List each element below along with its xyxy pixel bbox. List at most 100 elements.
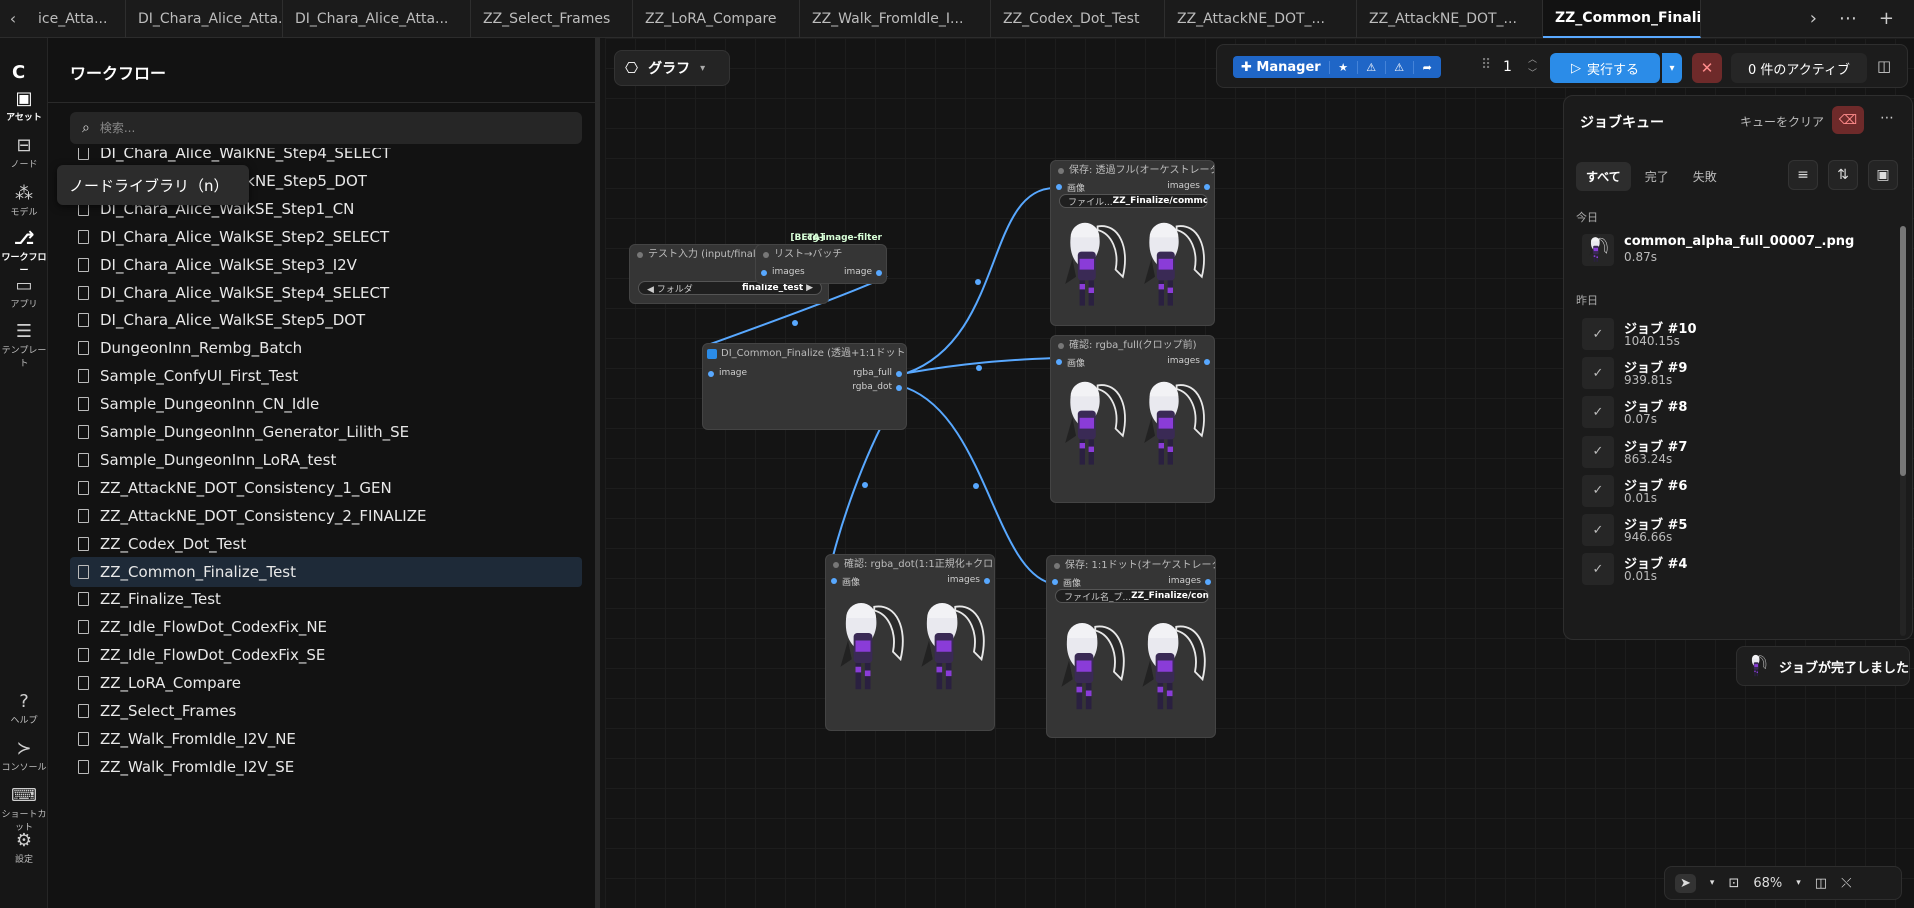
tab-8[interactable]: ZZ_AttackNE_DOT_... (1357, 0, 1543, 38)
hide-links-icon[interactable]: ⤬ (1841, 876, 1851, 891)
star-icon[interactable]: ★ (1328, 60, 1357, 74)
tab-5[interactable]: ZZ_Walk_FromIdle_I... (800, 0, 991, 38)
input-image[interactable]: 画像 (828, 575, 860, 588)
run-button[interactable]: ▷ 実行する (1550, 53, 1660, 83)
queue-filter-tab[interactable]: すべて (1576, 162, 1631, 191)
input-image[interactable]: image (705, 368, 747, 378)
rail-item-templates[interactable]: ☰ テンプレート (0, 321, 48, 369)
node-title[interactable]: 確認: rgba_dot(1:1正規化+クロップ) (826, 555, 994, 575)
output-image[interactable]: image (844, 267, 884, 277)
output-images[interactable]: images (947, 575, 992, 585)
active-jobs-button[interactable]: 0 件のアクティブ (1731, 53, 1867, 83)
queue-filter-tab[interactable]: 完了 (1635, 162, 1679, 191)
workflow-item[interactable]: DungeonInn_Rembg_Batch (70, 333, 582, 363)
rail-item-models[interactable]: ⁂ モデル (0, 183, 48, 218)
nodes-icon[interactable]: ⚠ (1356, 60, 1385, 74)
workflow-item[interactable]: ZZ_Idle_FlowDot_CodexFix_SE (70, 640, 582, 670)
rail-item-settings[interactable]: ⚙ 設定 (0, 830, 48, 865)
rail-item-workflow[interactable]: ⎇ ワークフロー (0, 228, 48, 276)
rail-item-assets[interactable]: ▣ アセット (0, 88, 48, 123)
node-list-to-batch[interactable]: cg-image-filter リスト→バッチ images image (755, 233, 887, 284)
tab-add-icon[interactable]: + (1879, 8, 1894, 29)
workflow-item[interactable]: DI_Chara_Alice_WalkSE_Step5_DOT (70, 305, 582, 335)
rail-item-shortcuts[interactable]: ⌨ ショートカット (0, 785, 48, 833)
tab-more-icon[interactable]: ⋯ (1839, 8, 1857, 29)
node-title[interactable]: 確認: rgba_full(クロップ前) (1051, 336, 1214, 356)
workflow-item[interactable]: DI_Chara_Alice_WalkSE_Step2_SELECT (70, 222, 582, 252)
workflow-item[interactable]: ZZ_AttackNE_DOT_Consistency_2_FINALIZE (70, 501, 582, 531)
filter-icon[interactable]: ≡ (1788, 160, 1818, 190)
node-title[interactable]: DI_Common_Finalize (透過+1:1ドット化+クロ... (703, 344, 906, 364)
node-finalize[interactable]: DI_Common_Finalize (透過+1:1ドット化+クロ... ima… (702, 343, 907, 430)
node-title[interactable]: 保存: 1:1ドット(オーケストレーター... (1047, 556, 1215, 576)
chevron-down-icon[interactable]: ▾ (1710, 878, 1715, 888)
output-images[interactable]: images (1167, 181, 1212, 191)
queue-item[interactable]: ✓ ジョブ #7 863.24s (1582, 432, 1882, 476)
input-images[interactable]: images (758, 267, 805, 277)
workflow-item[interactable]: ZZ_Walk_FromIdle_I2V_NE (70, 724, 582, 754)
queue-item[interactable]: ✓ ジョブ #6 0.01s (1582, 471, 1882, 515)
panel-toggle-icon[interactable]: ◫ (1877, 57, 1891, 75)
queue-item[interactable]: ✓ ジョブ #8 0.07s (1582, 392, 1882, 436)
workflow-item[interactable]: Sample_DungeonInn_Generator_Lilith_SE (70, 417, 582, 447)
output-images[interactable]: images (1168, 576, 1213, 586)
queue-item[interactable]: common_alpha_full_00007_.png 0.87s (1582, 230, 1882, 274)
node-title[interactable]: リスト→バッチ (756, 245, 886, 265)
node-preview-full[interactable]: 確認: rgba_full(クロップ前) 画像 images (1050, 335, 1215, 503)
workflow-item[interactable]: Sample_ConfyUI_First_Test (70, 361, 582, 391)
filename-widget[interactable]: ファイル...ZZ_Finalize/common_alpha_full (1059, 194, 1208, 208)
search-input[interactable] (99, 121, 540, 135)
rail-item-console[interactable]: ≻ コンソール (0, 738, 48, 773)
queue-filter-tab[interactable]: 失敗 (1683, 162, 1727, 191)
queue-item[interactable]: ✓ ジョブ #9 939.81s (1582, 353, 1882, 397)
input-image[interactable]: 画像 (1053, 356, 1085, 369)
output-rgba-full[interactable]: rgba_full (853, 368, 904, 378)
workflow-item[interactable]: Sample_DungeonInn_LoRA_test (70, 445, 582, 475)
tab-3[interactable]: ZZ_Select_Frames (471, 0, 633, 38)
rail-item-nodes[interactable]: ⊟ ノード (0, 135, 48, 170)
more-icon[interactable]: ⋯ (1880, 110, 1894, 126)
tab-1[interactable]: DI_Chara_Alice_Atta... (126, 0, 283, 38)
minimap-icon[interactable]: ◫ (1815, 876, 1827, 891)
gallery-icon[interactable]: ▣ (1868, 160, 1898, 190)
workflow-item[interactable]: ZZ_AttackNE_DOT_Consistency_1_GEN (70, 473, 582, 503)
share-icon[interactable]: ➦ (1412, 60, 1441, 74)
workflow-item[interactable]: ZZ_Finalize_Test (70, 584, 582, 614)
node-title[interactable]: 保存: 透過フル(オーケストレーター... (1051, 161, 1214, 181)
queue-item[interactable]: ✓ ジョブ #10 1040.15s (1582, 314, 1882, 358)
workflow-item[interactable]: ZZ_Walk_FromIdle_I2V_SE (70, 752, 582, 782)
tab-2[interactable]: DI_Chara_Alice_Atta... (283, 0, 471, 38)
node-save-full[interactable]: 保存: 透過フル(オーケストレーター... 画像 images ファイル...Z… (1050, 160, 1215, 326)
graph-mode-button[interactable]: ⎔ グラフ ▾ (614, 50, 730, 86)
input-image[interactable]: 画像 (1053, 181, 1085, 194)
tab-active[interactable]: ZZ_Common_Finaliz... ● (1543, 0, 1701, 38)
workflow-item[interactable]: DI_Chara_Alice_WalkSE_Step4_SELECT (70, 278, 582, 308)
queue-scrollbar[interactable] (1900, 226, 1906, 636)
workflow-item[interactable]: ZZ_Codex_Dot_Test (70, 529, 582, 559)
batch-count[interactable]: 1 (1503, 59, 1512, 75)
queue-item[interactable]: ✓ ジョブ #5 946.66s (1582, 510, 1882, 554)
tab-0[interactable]: ice_Atta... (26, 0, 126, 38)
output-rgba-dot[interactable]: rgba_dot (852, 382, 904, 392)
workflow-item[interactable]: ZZ_Select_Frames (70, 696, 582, 726)
manager-button[interactable]: ✚ Manager (1233, 60, 1329, 75)
input-image[interactable]: 画像 (1049, 576, 1081, 589)
tab-prev-icon[interactable]: ‹ (0, 0, 26, 38)
chevron-down-icon[interactable]: ▾ (1796, 878, 1801, 888)
workflow-item[interactable]: ZZ_Idle_FlowDot_CodexFix_NE (70, 612, 582, 642)
select-tool-icon[interactable]: ➤ (1675, 873, 1696, 893)
workflow-item[interactable]: DI_Chara_Alice_WalkSE_Step3_I2V (70, 250, 582, 280)
rail-item-help[interactable]: ? ヘルプ (0, 691, 48, 726)
run-options-chevron-icon[interactable]: ▾ (1662, 53, 1682, 83)
models-icon[interactable]: ⚠ (1384, 60, 1413, 74)
zoom-level[interactable]: 68% (1753, 876, 1782, 891)
stepper-icon[interactable]: ︿ ﹀ (1528, 53, 1537, 81)
clear-queue-icon[interactable]: ⌫ (1832, 106, 1864, 134)
drag-handle-icon[interactable]: ⠿ (1481, 57, 1491, 73)
sort-icon[interactable]: ⇅ (1828, 160, 1858, 190)
tab-6[interactable]: ZZ_Codex_Dot_Test (991, 0, 1165, 38)
output-images[interactable]: images (1167, 356, 1212, 366)
tab-next-icon[interactable]: › (1810, 8, 1817, 29)
queue-item[interactable]: ✓ ジョブ #4 0.01s (1582, 549, 1882, 593)
node-save-dot[interactable]: 保存: 1:1ドット(オーケストレーター... 画像 images ファイル名_… (1046, 555, 1216, 738)
